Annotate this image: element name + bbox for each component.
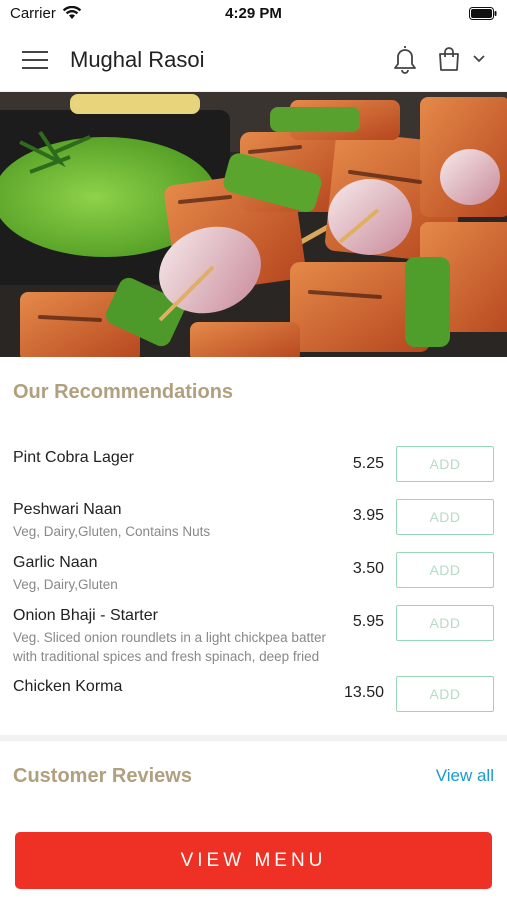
recommendations-title: Our Recommendations <box>13 381 234 403</box>
item-price: 3.95 <box>352 507 384 524</box>
status-bar: Carrier 4:29 PM <box>0 0 507 28</box>
menu-item: Chicken Korma 13.50 ADD <box>0 676 507 718</box>
menu-icon[interactable] <box>22 49 48 71</box>
menu-item: Pint Cobra Lager 5.25 ADD <box>0 446 507 489</box>
item-name: Pint Cobra Lager <box>13 449 134 466</box>
add-button[interactable]: ADD <box>396 676 494 712</box>
customer-reviews-title: Customer Reviews <box>13 765 192 787</box>
item-name: Garlic Naan <box>13 554 98 571</box>
add-button[interactable]: ADD <box>396 446 494 482</box>
restaurant-title: Mughal Rasoi <box>70 47 205 72</box>
paneer-tikka-image <box>0 92 507 357</box>
item-price: 5.95 <box>352 613 384 630</box>
bell-icon[interactable] <box>392 44 418 74</box>
item-price: 5.25 <box>352 455 384 472</box>
item-name: Chicken Korma <box>13 678 123 695</box>
chevron-down-icon[interactable] <box>472 54 486 64</box>
menu-item: Onion Bhaji - Starter Veg. Sliced onion … <box>0 605 507 667</box>
status-time: 4:29 PM <box>225 5 282 22</box>
add-button[interactable]: ADD <box>396 552 494 588</box>
add-button[interactable]: ADD <box>396 605 494 641</box>
menu-item: Peshwari Naan Veg, Dairy,Gluten, Contain… <box>0 499 507 541</box>
item-price: 13.50 <box>343 684 384 701</box>
cart-icon[interactable] <box>438 46 460 72</box>
item-description: Veg, Dairy,Gluten <box>13 577 118 592</box>
recommendations-section: Our Recommendations Pint Cobra Lager 5.2… <box>0 357 507 735</box>
item-name: Peshwari Naan <box>13 501 122 518</box>
app-header: Mughal Rasoi <box>0 28 507 92</box>
item-description: Veg, Dairy,Gluten, Contains Nuts <box>13 524 211 539</box>
battery-icon <box>469 7 497 20</box>
view-menu-button[interactable]: VIEW MENU <box>15 832 492 889</box>
add-button[interactable]: ADD <box>396 499 494 535</box>
item-price: 3.50 <box>352 560 384 577</box>
menu-item: Garlic Naan Veg, Dairy,Gluten 3.50 ADD <box>0 552 507 594</box>
hero-image <box>0 92 507 357</box>
item-name: Onion Bhaji - Starter <box>13 607 158 624</box>
section-divider <box>0 735 507 741</box>
view-all-reviews-link[interactable]: View all <box>436 766 494 786</box>
item-description: Veg. Sliced onion roundlets in a light c… <box>13 630 326 664</box>
